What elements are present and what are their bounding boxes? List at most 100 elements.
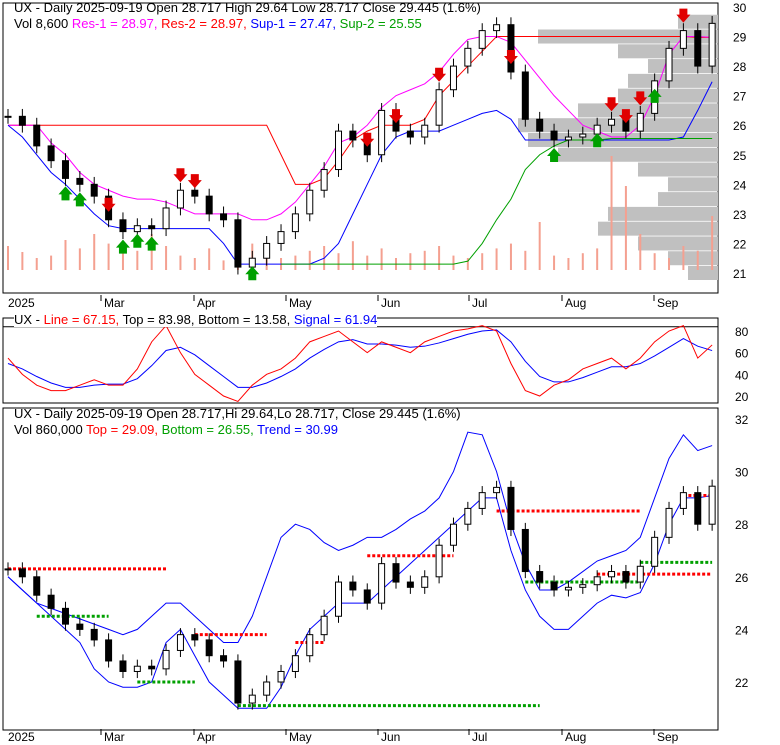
trend-candle	[263, 681, 271, 696]
volume-bar	[64, 240, 67, 270]
trend-candle	[306, 634, 314, 657]
trend-candle	[536, 571, 544, 583]
volume-bar	[553, 255, 556, 270]
sell-arrow-icon	[360, 132, 375, 147]
volume-bar	[78, 248, 81, 270]
volume-bar	[107, 243, 110, 270]
price-candle	[162, 207, 170, 230]
x-axis-label: Jul	[472, 730, 487, 744]
trend-summary: UX - Daily 2025-09-19 Open 28.717,Hi 29.…	[14, 406, 461, 421]
price-axis-tick: 29	[733, 31, 747, 45]
volume-bar	[711, 216, 714, 270]
price-candle	[478, 30, 486, 49]
price-candle	[421, 124, 429, 138]
x-axis-label: Mar	[104, 730, 125, 744]
price-candle	[636, 112, 644, 132]
trend-candle	[679, 492, 687, 509]
price-candle	[47, 145, 55, 162]
trend-bottom-label: Bottom = 26.55,	[161, 422, 254, 437]
trend-candle	[593, 576, 601, 586]
x-axis-label: May	[289, 296, 312, 310]
trend-candle	[18, 568, 26, 578]
price-candle	[220, 213, 228, 221]
trend-candle	[665, 507, 673, 538]
volume-bar	[308, 250, 311, 270]
volume-bar	[509, 243, 512, 270]
volume-bar	[610, 156, 613, 270]
trend-candle	[33, 576, 41, 596]
volume-bar	[653, 253, 656, 270]
volume-bar	[366, 255, 369, 270]
trend-candle	[349, 581, 357, 591]
buy-arrow-icon	[130, 233, 145, 248]
x-axis-label: May	[289, 730, 312, 744]
oscillator-panel-frame	[2, 317, 719, 404]
price-axis-tick: 23	[733, 208, 747, 222]
trend-candle	[277, 670, 285, 683]
trend-candle	[363, 589, 371, 604]
volume-profile-bar	[688, 266, 718, 280]
trend-candle	[220, 655, 228, 662]
trend-candle	[378, 563, 386, 604]
trend-value-label: Trend = 30.99	[257, 422, 338, 437]
trend-candle	[564, 586, 572, 591]
trend-axis-tick: 30	[735, 466, 749, 480]
trend-candle	[392, 563, 400, 583]
volume-bar	[423, 250, 426, 270]
osc-top-label: Top = 83.98,	[122, 312, 195, 327]
res2-label: Res-2 = 28.97,	[161, 16, 247, 31]
x-axis-label: Sep	[657, 730, 679, 744]
volume-bar	[35, 258, 38, 270]
price-candle	[277, 231, 285, 244]
trend-candle	[148, 665, 156, 670]
price-candle	[435, 89, 443, 126]
price-candle	[320, 169, 328, 191]
x-axis-label: Aug	[565, 296, 586, 310]
trend-candle	[507, 486, 515, 530]
volume-profile-bar	[658, 192, 718, 207]
volume-bar	[668, 258, 671, 270]
price-candle	[406, 130, 414, 138]
price-axis-tick: 25	[733, 149, 747, 163]
price-candle	[191, 189, 199, 197]
price-candle	[291, 213, 299, 233]
volume-bar	[193, 258, 196, 270]
volume-profile-bar	[648, 59, 718, 74]
price-candle	[608, 118, 616, 126]
price-header: UX - Daily 2025-09-19 Open 28.717 High 2…	[14, 0, 481, 15]
price-candle	[507, 24, 515, 73]
osc-line-label: Line = 67.15,	[43, 312, 120, 327]
volume-bar	[294, 255, 297, 270]
osc-axis-tick: 20	[735, 390, 749, 404]
trend-candle	[406, 581, 414, 588]
buy-arrow-icon	[245, 266, 260, 281]
trend-candle	[61, 607, 69, 625]
trend-candle	[176, 634, 184, 651]
trend-candle	[191, 634, 199, 641]
x-axis-label: Apr	[197, 296, 216, 310]
volume-bar	[7, 246, 9, 270]
x-axis-label: Jun	[381, 730, 400, 744]
price-candle	[521, 71, 529, 120]
price-candle	[248, 257, 256, 268]
volume-profile-bar	[518, 118, 718, 133]
x-axis-label: Apr	[197, 730, 216, 744]
trend-candle	[435, 544, 443, 578]
volume-profile-bar	[668, 251, 718, 266]
trend-candle	[694, 492, 702, 525]
sell-arrow-icon	[187, 174, 202, 189]
volume-profile-bar	[638, 236, 718, 251]
trend-candle	[521, 528, 529, 573]
volume-bar	[495, 248, 498, 270]
price-axis-tick: 21	[733, 267, 747, 281]
volume-bar	[208, 248, 211, 270]
x-axis-label: Jun	[381, 296, 400, 310]
trend-candle	[421, 576, 429, 588]
osc-axis-tick: 40	[735, 368, 749, 382]
osc-signal-label: Signal = 61.94	[293, 312, 378, 327]
volume-bar	[93, 234, 96, 270]
price-axis-tick: 22	[733, 237, 747, 251]
volume-bar	[524, 250, 527, 270]
price-candle	[464, 47, 472, 67]
sup1-label: Sup-1 = 27.47,	[250, 16, 337, 31]
